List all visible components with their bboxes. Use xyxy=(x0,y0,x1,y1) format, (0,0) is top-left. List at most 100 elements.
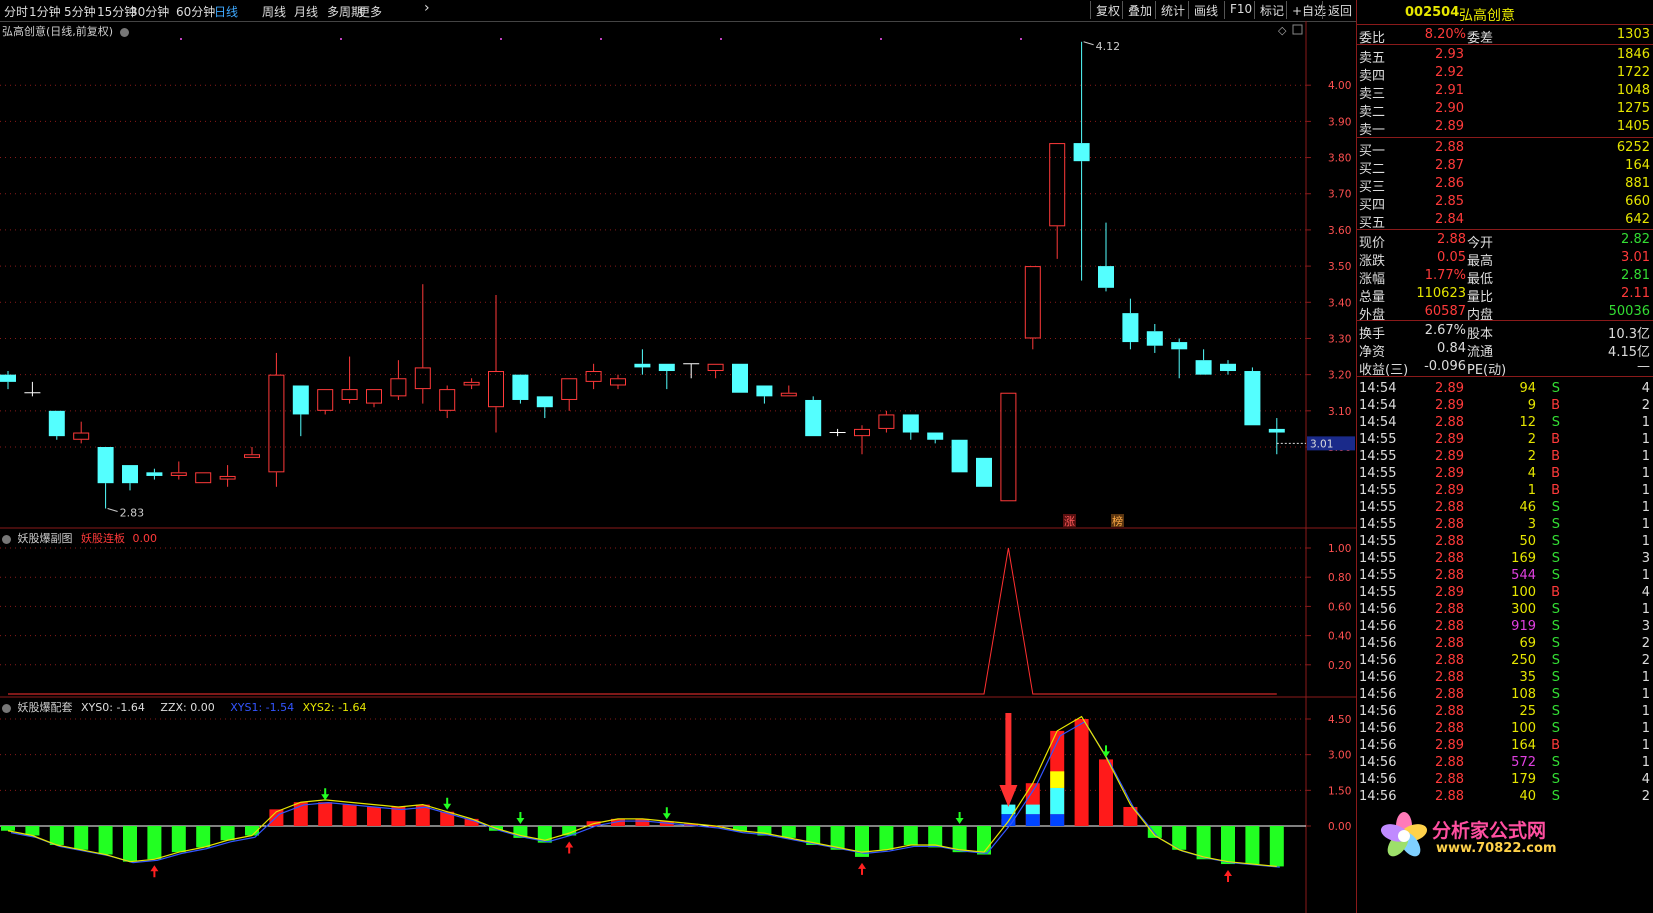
tick-side: S xyxy=(1551,381,1560,396)
tick-side: B xyxy=(1551,738,1560,753)
tick-row[interactable]: 14:54 2.88 12 S 1 xyxy=(1357,414,1653,432)
up-arrow-icon xyxy=(150,865,159,878)
stat-row[interactable]: 外盘 60587 内盘 50036 xyxy=(1357,303,1653,323)
ask-row[interactable]: 卖五 2.93 1846 xyxy=(1357,46,1653,66)
tick-side: S xyxy=(1551,619,1560,634)
tick-volume: 50 xyxy=(1519,534,1536,549)
candle-body xyxy=(1146,331,1163,346)
stat-row[interactable]: 涨幅 1.77% 最低 2.81 xyxy=(1357,267,1653,287)
ask-row[interactable]: 卖二 2.90 1275 xyxy=(1357,100,1653,120)
period-tab-4[interactable]: 30分钟 xyxy=(130,3,169,20)
tick-row[interactable]: 14:56 2.89 164 B 1 xyxy=(1357,737,1653,755)
tick-row[interactable]: 14:56 2.88 35 S 1 xyxy=(1357,669,1653,687)
tick-volume: 9 xyxy=(1527,398,1536,413)
sub2-collapse-icon[interactable] xyxy=(2,703,11,713)
period-tab-0[interactable]: 分时 xyxy=(4,3,28,20)
tick-row[interactable]: 14:56 2.88 250 S 2 xyxy=(1357,652,1653,670)
stat-row[interactable]: 净资 0.84 流通 4.15亿 xyxy=(1357,340,1653,360)
candle-body xyxy=(707,363,724,372)
tick-row[interactable]: 14:55 2.89 100 B 4 xyxy=(1357,584,1653,602)
tick-row[interactable]: 14:55 2.89 2 B 1 xyxy=(1357,431,1653,449)
toolbar-button-0[interactable]: 复权 xyxy=(1090,1,1125,19)
candle-body xyxy=(73,432,90,440)
tick-row[interactable]: 14:55 2.89 1 B 1 xyxy=(1357,482,1653,500)
tick-time: 14:54 xyxy=(1359,381,1397,396)
tick-row[interactable]: 14:56 2.88 179 S 4 xyxy=(1357,771,1653,789)
tick-volume: 1 xyxy=(1527,483,1536,498)
bid-row[interactable]: 买一 2.88 6252 xyxy=(1357,139,1653,159)
period-tab-8[interactable]: 月线 xyxy=(294,3,318,20)
toolbar-button-2[interactable]: 统计 xyxy=(1155,1,1190,19)
tick-row[interactable]: 14:55 2.88 3 S 1 xyxy=(1357,516,1653,534)
tick-time: 14:56 xyxy=(1359,670,1397,685)
tick-side: B xyxy=(1551,585,1560,600)
tick-row[interactable]: 14:56 2.88 25 S 1 xyxy=(1357,703,1653,721)
bid-row[interactable]: 买三 2.86 881 xyxy=(1357,175,1653,195)
toolbar-button-4[interactable]: F10 xyxy=(1224,1,1257,19)
tick-price: 2.88 xyxy=(1435,772,1464,787)
tick-row[interactable]: 14:56 2.88 919 S 3 xyxy=(1357,618,1653,636)
period-tab-7[interactable]: 周线 xyxy=(262,3,286,20)
toolbar-button-7[interactable]: 返回 xyxy=(1322,1,1357,19)
tick-row[interactable]: 14:56 2.88 100 S 1 xyxy=(1357,720,1653,738)
period-tab-2[interactable]: 5分钟 xyxy=(64,3,96,20)
tick-volume: 69 xyxy=(1519,636,1536,651)
ask-row[interactable]: 卖四 2.92 1722 xyxy=(1357,64,1653,84)
tick-volume: 169 xyxy=(1511,551,1536,566)
tick-side: S xyxy=(1551,789,1560,804)
tick-row[interactable]: 14:56 2.88 572 S 1 xyxy=(1357,754,1653,772)
bid-row[interactable]: 买四 2.85 660 xyxy=(1357,193,1653,213)
tick-time: 14:55 xyxy=(1359,432,1397,447)
tick-price: 2.88 xyxy=(1435,568,1464,583)
tick-volume: 4 xyxy=(1527,466,1536,481)
candle-body xyxy=(1049,143,1066,227)
candle-body xyxy=(1268,428,1285,433)
tick-price: 2.89 xyxy=(1435,483,1464,498)
oscillator-bar xyxy=(1269,826,1284,867)
ask-volume: 1275 xyxy=(1616,101,1650,116)
period-tab-6[interactable]: 日线 xyxy=(214,3,238,20)
candle-body xyxy=(292,385,309,415)
tick-row[interactable]: 14:54 2.89 94 S 4 xyxy=(1357,380,1653,398)
watermark-name: 分析家公式网 xyxy=(1432,820,1547,842)
sub1-collapse-icon[interactable] xyxy=(2,534,11,544)
tick-row[interactable]: 14:55 2.89 4 B 1 xyxy=(1357,465,1653,483)
tick-row[interactable]: 14:56 2.88 108 S 1 xyxy=(1357,686,1653,704)
tick-side: B xyxy=(1551,466,1560,481)
stat-row[interactable]: 涨跌 0.05 最高 3.01 xyxy=(1357,249,1653,269)
ask-row[interactable]: 卖三 2.91 1048 xyxy=(1357,82,1653,102)
bid-row[interactable]: 买二 2.87 164 xyxy=(1357,157,1653,177)
more-chevron-icon[interactable]: › xyxy=(424,0,430,16)
candle-body xyxy=(1000,392,1017,502)
title-collapse-icon[interactable] xyxy=(119,27,129,37)
main-chart-title: 弘高创意(日线,前复权) xyxy=(2,25,114,38)
tick-row[interactable]: 14:56 2.88 40 S 2 xyxy=(1357,788,1653,806)
tick-row[interactable]: 14:54 2.89 9 B 2 xyxy=(1357,397,1653,415)
period-tab-5[interactable]: 60分钟 xyxy=(176,3,215,20)
bid-price: 2.85 xyxy=(1435,194,1464,209)
stat-row[interactable]: 收益(三) -0.096 PE(动) — xyxy=(1357,358,1653,378)
tick-row[interactable]: 14:56 2.88 300 S 1 xyxy=(1357,601,1653,619)
bid-row[interactable]: 买五 2.84 642 xyxy=(1357,211,1653,231)
price-tick-label: 3.60 xyxy=(1328,225,1351,237)
tick-row[interactable]: 14:55 2.88 46 S 1 xyxy=(1357,499,1653,517)
ask-row[interactable]: 卖一 2.89 1405 xyxy=(1357,118,1653,138)
tick-row[interactable]: 14:55 2.88 169 S 3 xyxy=(1357,550,1653,568)
tick-row[interactable]: 14:55 2.88 544 S 1 xyxy=(1357,567,1653,585)
toolbar-button-1[interactable]: 叠加 xyxy=(1122,1,1157,19)
tick-row[interactable]: 14:55 2.89 2 B 1 xyxy=(1357,448,1653,466)
period-tab-1[interactable]: 1分钟 xyxy=(29,3,61,20)
candle-body xyxy=(732,363,748,393)
tick-count: 2 xyxy=(1641,398,1650,413)
stat-row[interactable]: 换手 2.67% 股本 10.3亿 xyxy=(1357,322,1653,342)
stat-row[interactable]: 现价 2.88 今开 2.82 xyxy=(1357,231,1653,251)
toolbar-button-5[interactable]: 标记 xyxy=(1254,1,1289,19)
price-tick-label: 3.10 xyxy=(1328,406,1351,418)
tick-row[interactable]: 14:55 2.88 50 S 1 xyxy=(1357,533,1653,551)
stat-row[interactable]: 总量 110623 量比 2.11 xyxy=(1357,285,1653,305)
period-tab-10[interactable]: 更多 xyxy=(358,3,382,20)
tick-row[interactable]: 14:56 2.88 69 S 2 xyxy=(1357,635,1653,653)
tick-volume: 3 xyxy=(1527,517,1536,532)
candle-body xyxy=(1244,371,1261,426)
toolbar-button-3[interactable]: 画线 xyxy=(1188,1,1223,19)
